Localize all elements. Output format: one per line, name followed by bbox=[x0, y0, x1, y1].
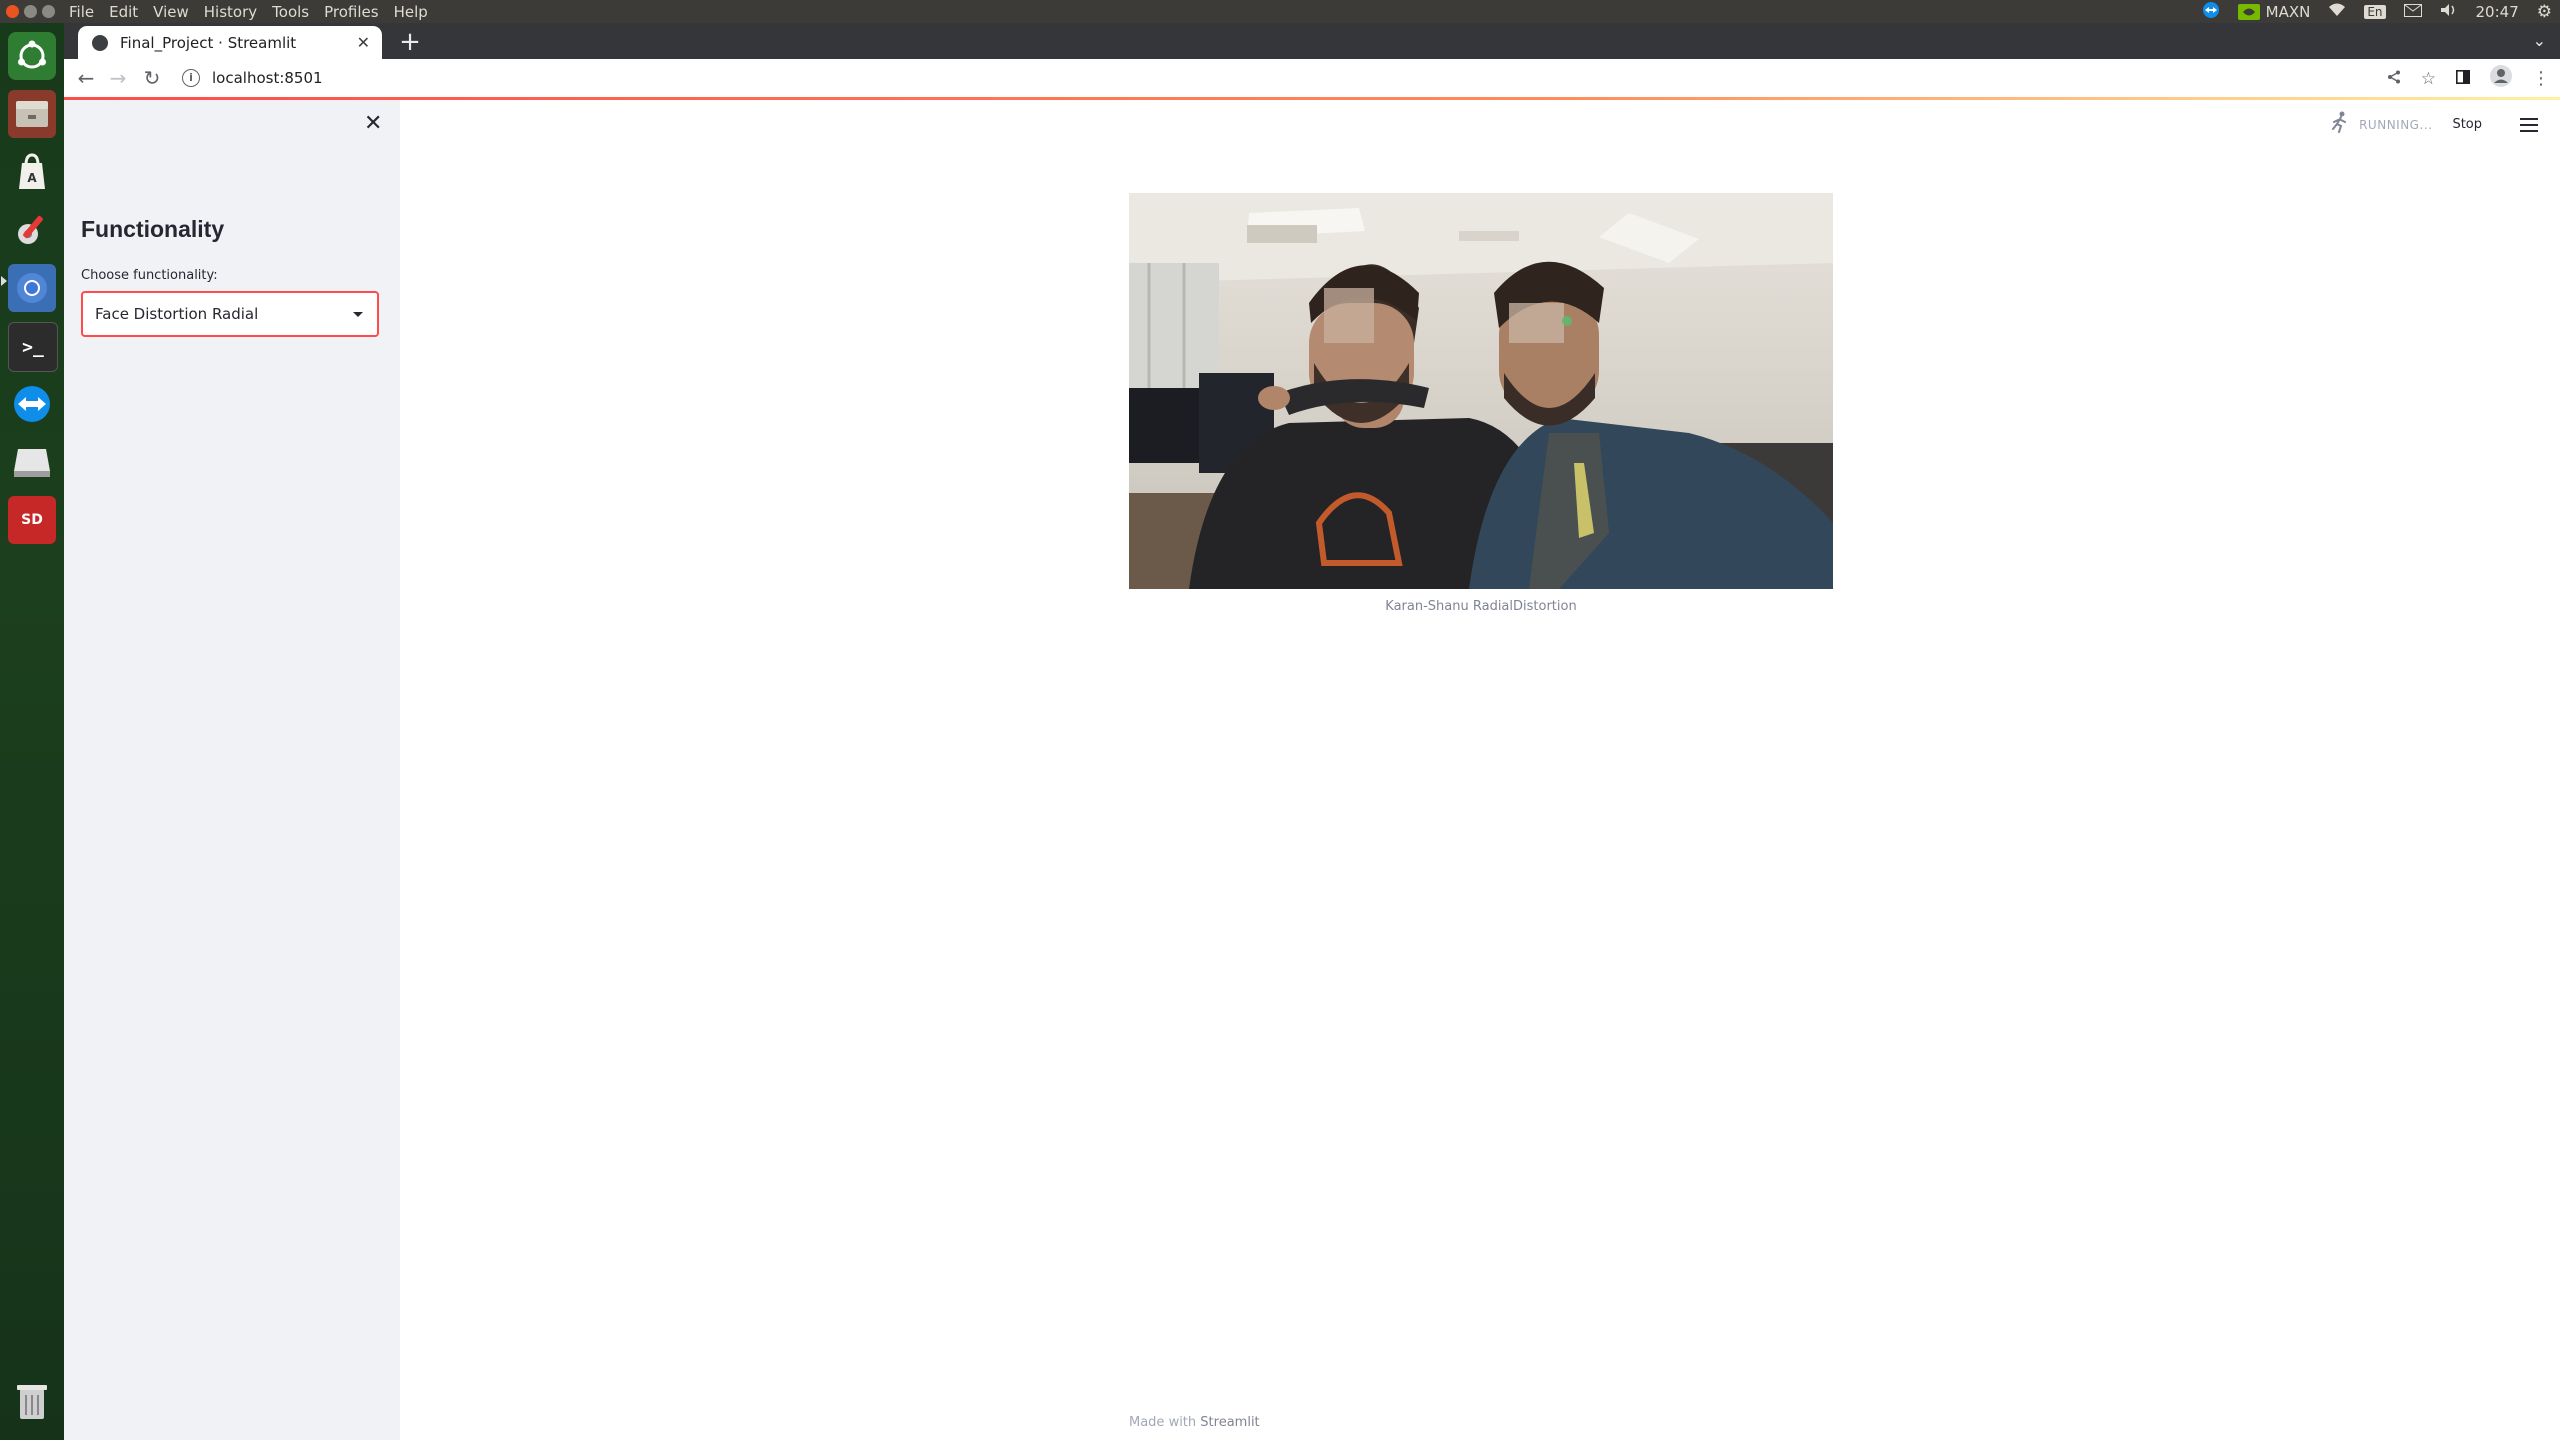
tab-close-icon[interactable]: ✕ bbox=[357, 33, 370, 52]
footer: Made with Streamlit bbox=[1129, 1415, 1260, 1430]
running-progress-stripe bbox=[64, 97, 2560, 100]
side-panel-icon[interactable] bbox=[2456, 69, 2470, 89]
footer-prefix: Made with bbox=[1129, 1415, 1197, 1430]
app-menubar: File Edit View History Tools Profiles He… bbox=[69, 3, 428, 21]
select-label: Choose functionality: bbox=[81, 268, 218, 283]
running-status-text: RUNNING... bbox=[2359, 117, 2433, 132]
streamlit-link[interactable]: Streamlit bbox=[1200, 1415, 1259, 1430]
functionality-select[interactable]: Face Distortion Radial bbox=[81, 291, 379, 337]
gear-icon[interactable]: ⚙ bbox=[2537, 2, 2552, 22]
streamlit-favicon-icon bbox=[92, 34, 108, 51]
menu-help[interactable]: Help bbox=[394, 3, 428, 21]
close-sidebar-icon[interactable]: ✕ bbox=[364, 111, 382, 136]
bookmark-star-icon[interactable]: ☆ bbox=[2421, 69, 2436, 89]
browser-menu-icon[interactable]: ⋮ bbox=[2532, 68, 2550, 89]
toolbar-actions: ☆ ⋮ bbox=[2387, 65, 2550, 92]
wifi-icon[interactable] bbox=[2328, 3, 2346, 21]
teamviewer-icon[interactable] bbox=[8, 380, 56, 428]
close-window-button[interactable] bbox=[6, 5, 19, 18]
webcam-image bbox=[1129, 193, 1833, 589]
sdk-manager-icon[interactable]: SD bbox=[8, 496, 56, 544]
ubuntu-launcher: A >_ SD bbox=[0, 23, 64, 1440]
site-info-icon[interactable]: i bbox=[182, 69, 200, 87]
teamviewer-tray-icon[interactable] bbox=[2202, 1, 2220, 23]
menu-tools[interactable]: Tools bbox=[272, 3, 309, 21]
drive-icon[interactable] bbox=[8, 438, 56, 486]
system-top-panel: File Edit View History Tools Profiles He… bbox=[0, 0, 2560, 23]
files-icon[interactable] bbox=[8, 90, 56, 138]
forward-icon[interactable]: → bbox=[104, 65, 132, 91]
sidebar: ✕ Functionality Choose functionality: Fa… bbox=[64, 100, 400, 1440]
running-indicator bbox=[1, 276, 7, 286]
select-value: Face Distortion Radial bbox=[95, 305, 259, 323]
browser-tab[interactable]: Final_Project · Streamlit ✕ bbox=[78, 26, 382, 59]
share-icon[interactable] bbox=[2387, 69, 2401, 89]
clock[interactable]: 20:47 bbox=[2476, 3, 2519, 21]
menu-view[interactable]: View bbox=[153, 3, 189, 21]
browser-tabstrip: Final_Project · Streamlit ✕ + ⌄ bbox=[64, 23, 2560, 59]
window-controls bbox=[6, 5, 55, 18]
minimize-window-button[interactable] bbox=[24, 5, 37, 18]
menu-profiles[interactable]: Profiles bbox=[324, 3, 378, 21]
chromium-icon[interactable] bbox=[8, 264, 56, 312]
back-icon[interactable]: ← bbox=[72, 65, 100, 91]
svg-text:A: A bbox=[27, 171, 37, 185]
hamburger-menu-icon[interactable] bbox=[2520, 117, 2538, 132]
system-tray: MAXN En 20:47 ⚙ bbox=[2202, 0, 2560, 23]
reload-icon[interactable]: ↻ bbox=[138, 65, 166, 91]
terminal-icon[interactable]: >_ bbox=[8, 322, 58, 372]
address-bar[interactable]: i localhost:8501 bbox=[176, 62, 2456, 94]
maximize-window-button[interactable] bbox=[42, 5, 55, 18]
image-caption: Karan-Shanu RadialDistortion bbox=[1385, 599, 1577, 614]
menu-file[interactable]: File bbox=[69, 3, 94, 21]
trash-icon[interactable] bbox=[8, 1377, 56, 1425]
sidebar-title: Functionality bbox=[81, 216, 225, 242]
settings-icon[interactable] bbox=[8, 206, 56, 254]
menu-edit[interactable]: Edit bbox=[109, 3, 138, 21]
nvidia-power-mode[interactable]: MAXN bbox=[2237, 3, 2310, 21]
nvidia-icon bbox=[2237, 3, 2260, 20]
status-widget: RUNNING... Stop bbox=[2331, 111, 2538, 138]
software-center-icon[interactable]: A bbox=[8, 148, 56, 196]
new-tab-button[interactable]: + bbox=[394, 26, 426, 58]
browser-toolbar: ← → ↻ i localhost:8501 ☆ ⋮ bbox=[64, 59, 2560, 98]
streamlit-app: ✕ Functionality Choose functionality: Fa… bbox=[64, 97, 2560, 1440]
running-man-icon bbox=[2331, 111, 2349, 138]
mail-icon[interactable] bbox=[2403, 3, 2422, 21]
tab-search-chevron-icon[interactable]: ⌄ bbox=[2533, 31, 2546, 50]
profile-avatar-icon[interactable] bbox=[2490, 65, 2512, 92]
chevron-down-icon bbox=[353, 311, 363, 317]
stop-button[interactable]: Stop bbox=[2452, 117, 2482, 132]
volume-icon[interactable] bbox=[2440, 3, 2458, 21]
ubuntu-logo-icon[interactable] bbox=[8, 32, 56, 80]
menu-history[interactable]: History bbox=[204, 3, 257, 21]
tab-title: Final_Project · Streamlit bbox=[120, 33, 297, 52]
keyboard-layout-indicator[interactable]: En bbox=[2364, 4, 2386, 19]
url-text[interactable]: localhost:8501 bbox=[212, 69, 323, 87]
